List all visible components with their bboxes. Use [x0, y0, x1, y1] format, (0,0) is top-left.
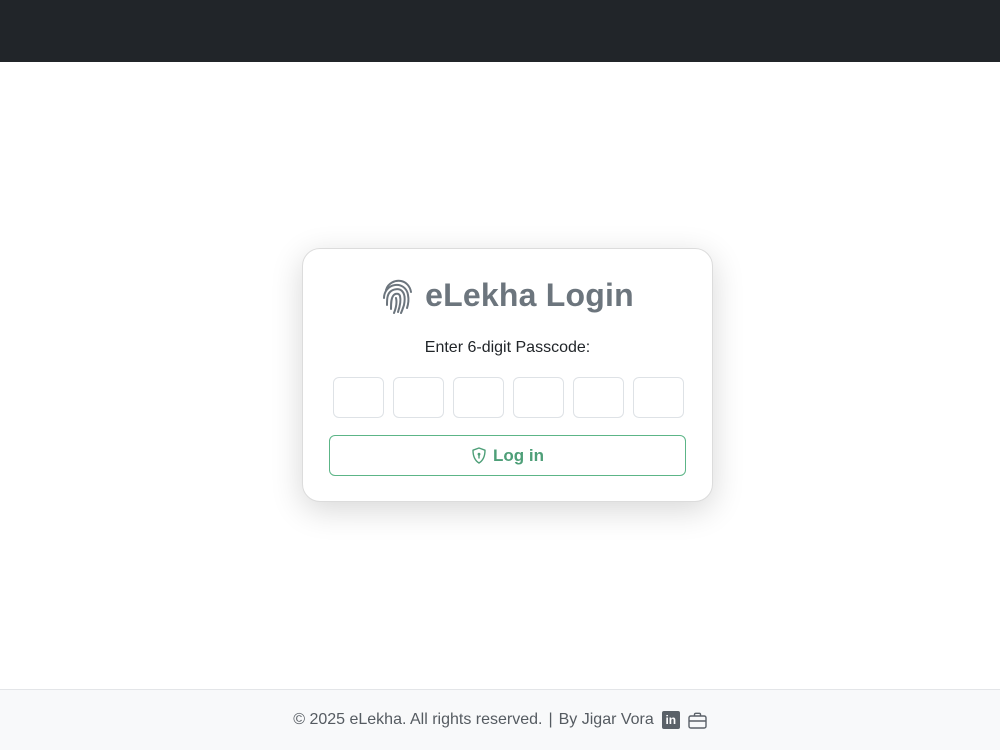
login-header: eLekha Login: [303, 277, 712, 314]
passcode-digit-4[interactable]: [513, 377, 564, 418]
login-card: eLekha Login Enter 6-digit Passcode: Log…: [302, 248, 713, 502]
linkedin-icon[interactable]: in: [661, 711, 680, 729]
passcode-digit-1[interactable]: [333, 377, 384, 418]
passcode-prompt: Enter 6-digit Passcode:: [424, 339, 591, 356]
briefcase-icon[interactable]: [688, 712, 707, 729]
passcode-digit-5[interactable]: [573, 377, 624, 418]
passcode-digit-3[interactable]: [453, 377, 504, 418]
login-button[interactable]: Log in: [329, 435, 686, 476]
copyright-text: © 2025 eLekha. All rights reserved.: [293, 711, 543, 728]
author-text: By Jigar Vora: [558, 711, 654, 728]
footer-separator: |: [548, 711, 553, 728]
passcode-digit-2[interactable]: [393, 377, 444, 418]
page-title: eLekha Login: [425, 277, 634, 313]
passcode-digit-6[interactable]: [633, 377, 684, 418]
footer: © 2025 eLekha. All rights reserved. | By…: [0, 689, 1000, 750]
top-navbar: [0, 0, 1000, 62]
passcode-inputs: [333, 377, 684, 418]
fingerprint-icon: [383, 279, 413, 314]
footer-social-links: in: [661, 711, 707, 729]
login-button-label: Log in: [493, 445, 544, 465]
shield-icon: [472, 447, 486, 464]
